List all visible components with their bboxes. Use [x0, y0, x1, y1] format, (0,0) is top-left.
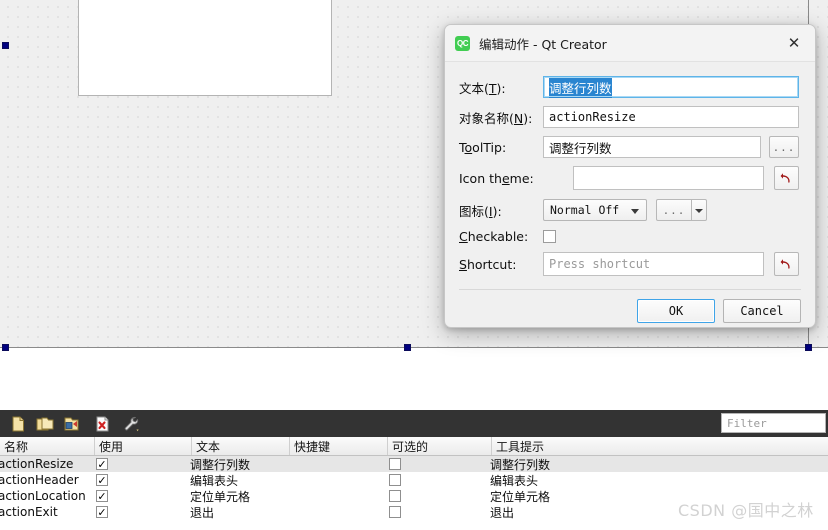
checkable-checkbox[interactable]	[543, 230, 556, 243]
icon-theme-revert-button[interactable]	[774, 166, 799, 190]
field-row-object-name: 对象名称(N): actionResize	[459, 106, 799, 128]
shortcut-placeholder: Press shortcut	[549, 257, 651, 271]
object-name-input[interactable]: actionResize	[543, 106, 799, 128]
checkable-checkbox[interactable]	[389, 458, 401, 470]
selection-handle-bottom-left[interactable]	[2, 344, 9, 351]
text-label: 文本(T):	[459, 80, 506, 96]
icon-theme-label: Icon theme:	[459, 170, 534, 186]
shortcut-label: Shortcut:	[459, 256, 517, 272]
close-icon[interactable]: ✕	[779, 30, 809, 56]
icon-state-combo-value: Normal Off	[550, 203, 620, 217]
icon-browse-button[interactable]: ...	[656, 199, 692, 221]
tools-icon[interactable]	[123, 415, 141, 433]
tooltip-input[interactable]: 调整行列数	[543, 136, 761, 158]
tooltip-label: ToolTip:	[459, 139, 507, 155]
used-checkbox[interactable]: ✓	[96, 490, 108, 502]
field-row-tooltip: ToolTip: 调整行列数 ...	[459, 136, 799, 158]
cell-shortcut	[284, 488, 382, 504]
csdn-watermark: CSDN @国中之林	[678, 501, 814, 520]
table-row[interactable]: actionHeader ✓ 编辑表头 编辑表头	[0, 472, 828, 488]
cell-tooltip: 编辑表头	[490, 473, 539, 488]
column-header-shortcut[interactable]: 快捷键	[290, 437, 388, 455]
cell-text: 退出	[190, 505, 215, 520]
column-header-used[interactable]: 使用	[95, 437, 192, 455]
cancel-button[interactable]: Cancel	[723, 299, 801, 323]
dialog-titlebar[interactable]: QC 编辑动作 - Qt Creator ✕	[445, 25, 815, 62]
column-header-checkable[interactable]: 可选的	[388, 437, 492, 455]
selection-handle-bottom-center[interactable]	[404, 344, 411, 351]
cell-text: 编辑表头	[190, 473, 239, 488]
cell-shortcut	[284, 472, 382, 488]
text-input[interactable]: 调整行列数	[543, 76, 799, 98]
shortcut-input[interactable]: Press shortcut	[543, 252, 764, 276]
column-header-tooltip[interactable]: 工具提示	[492, 437, 828, 455]
tooltip-browse-button[interactable]: ...	[769, 136, 799, 158]
cell-checkable[interactable]	[382, 488, 486, 504]
used-checkbox[interactable]: ✓	[96, 458, 108, 470]
edit-action-dialog: QC 编辑动作 - Qt Creator ✕ 文本(T): 调整行列数 对象名称…	[444, 24, 816, 328]
filter-placeholder: Filter	[727, 416, 767, 430]
field-row-text: 文本(T): 调整行列数	[459, 76, 799, 98]
cell-checkable[interactable]	[382, 456, 486, 472]
chevron-down-icon	[631, 209, 639, 214]
cell-name: actionExit	[0, 505, 58, 519]
field-row-shortcut: Shortcut: Press shortcut	[459, 252, 799, 276]
delete-icon[interactable]	[94, 415, 112, 433]
checkable-checkbox[interactable]	[389, 490, 401, 502]
used-checkbox[interactable]: ✓	[96, 474, 108, 486]
checkable-checkbox[interactable]	[389, 506, 401, 518]
column-header-text[interactable]: 文本	[192, 437, 290, 455]
dialog-body: 文本(T): 调整行列数 对象名称(N): actionResize ToolT…	[445, 62, 815, 276]
dialog-button-box: OK Cancel	[637, 299, 801, 323]
action-table-header: 名称 使用 文本 快捷键 可选的 工具提示	[0, 437, 828, 456]
field-row-icon-theme: Icon theme:	[459, 166, 799, 190]
dialog-title: 编辑动作 - Qt Creator	[479, 36, 607, 52]
app-root: QC 编辑动作 - Qt Creator ✕ 文本(T): 调整行列数 对象名称…	[0, 0, 828, 530]
cell-used[interactable]: ✓	[89, 456, 186, 472]
action-editor-toolbar: Filter	[0, 410, 828, 437]
cell-used[interactable]: ✓	[89, 488, 186, 504]
icon-label: 图标(I):	[459, 203, 502, 219]
revert-arrow-icon	[780, 258, 790, 268]
checkable-label: Checkable:	[459, 229, 529, 244]
new-action-icon[interactable]	[9, 415, 27, 433]
cell-name: actionLocation	[0, 489, 86, 503]
cell-name: actionHeader	[0, 473, 79, 487]
cell-shortcut	[284, 504, 382, 520]
text-input-value: 调整行列数	[549, 76, 612, 98]
column-header-name[interactable]: 名称	[0, 437, 95, 455]
used-checkbox[interactable]: ✓	[96, 506, 108, 518]
cell-tooltip: 调整行列数	[490, 457, 551, 472]
ok-button[interactable]: OK	[637, 299, 715, 323]
shortcut-revert-button[interactable]	[774, 252, 799, 276]
checkable-checkbox[interactable]	[389, 474, 401, 486]
cell-name: actionResize	[0, 457, 74, 471]
cell-checkable[interactable]	[382, 472, 486, 488]
field-row-icon: 图标(I): Normal Off ...	[459, 199, 799, 221]
form-widget-preview[interactable]	[78, 0, 332, 96]
cell-text: 定位单元格	[190, 489, 251, 504]
field-row-checkable: Checkable:	[459, 229, 799, 244]
object-name-label: 对象名称(N):	[459, 110, 533, 126]
cell-used[interactable]: ✓	[89, 504, 186, 520]
filter-input[interactable]: Filter	[721, 413, 826, 433]
selection-handle-left-middle[interactable]	[2, 42, 9, 49]
qt-creator-icon: QC	[455, 35, 470, 51]
icon-theme-input[interactable]	[573, 166, 764, 190]
edit-icon[interactable]	[63, 415, 81, 433]
icon-browse-dropdown-button[interactable]	[692, 199, 707, 221]
revert-arrow-icon	[780, 172, 790, 182]
cell-text: 调整行列数	[190, 457, 251, 472]
table-row[interactable]: actionResize ✓ 调整行列数 调整行列数	[0, 456, 828, 472]
selection-handle-bottom-right[interactable]	[805, 344, 812, 351]
cell-used[interactable]: ✓	[89, 472, 186, 488]
copy-icon[interactable]	[36, 415, 54, 433]
dialog-separator	[459, 289, 801, 290]
cell-checkable[interactable]	[382, 504, 486, 520]
canvas-bottom-edge	[0, 347, 828, 348]
cell-shortcut	[284, 456, 382, 472]
icon-state-combo[interactable]: Normal Off	[543, 199, 647, 221]
